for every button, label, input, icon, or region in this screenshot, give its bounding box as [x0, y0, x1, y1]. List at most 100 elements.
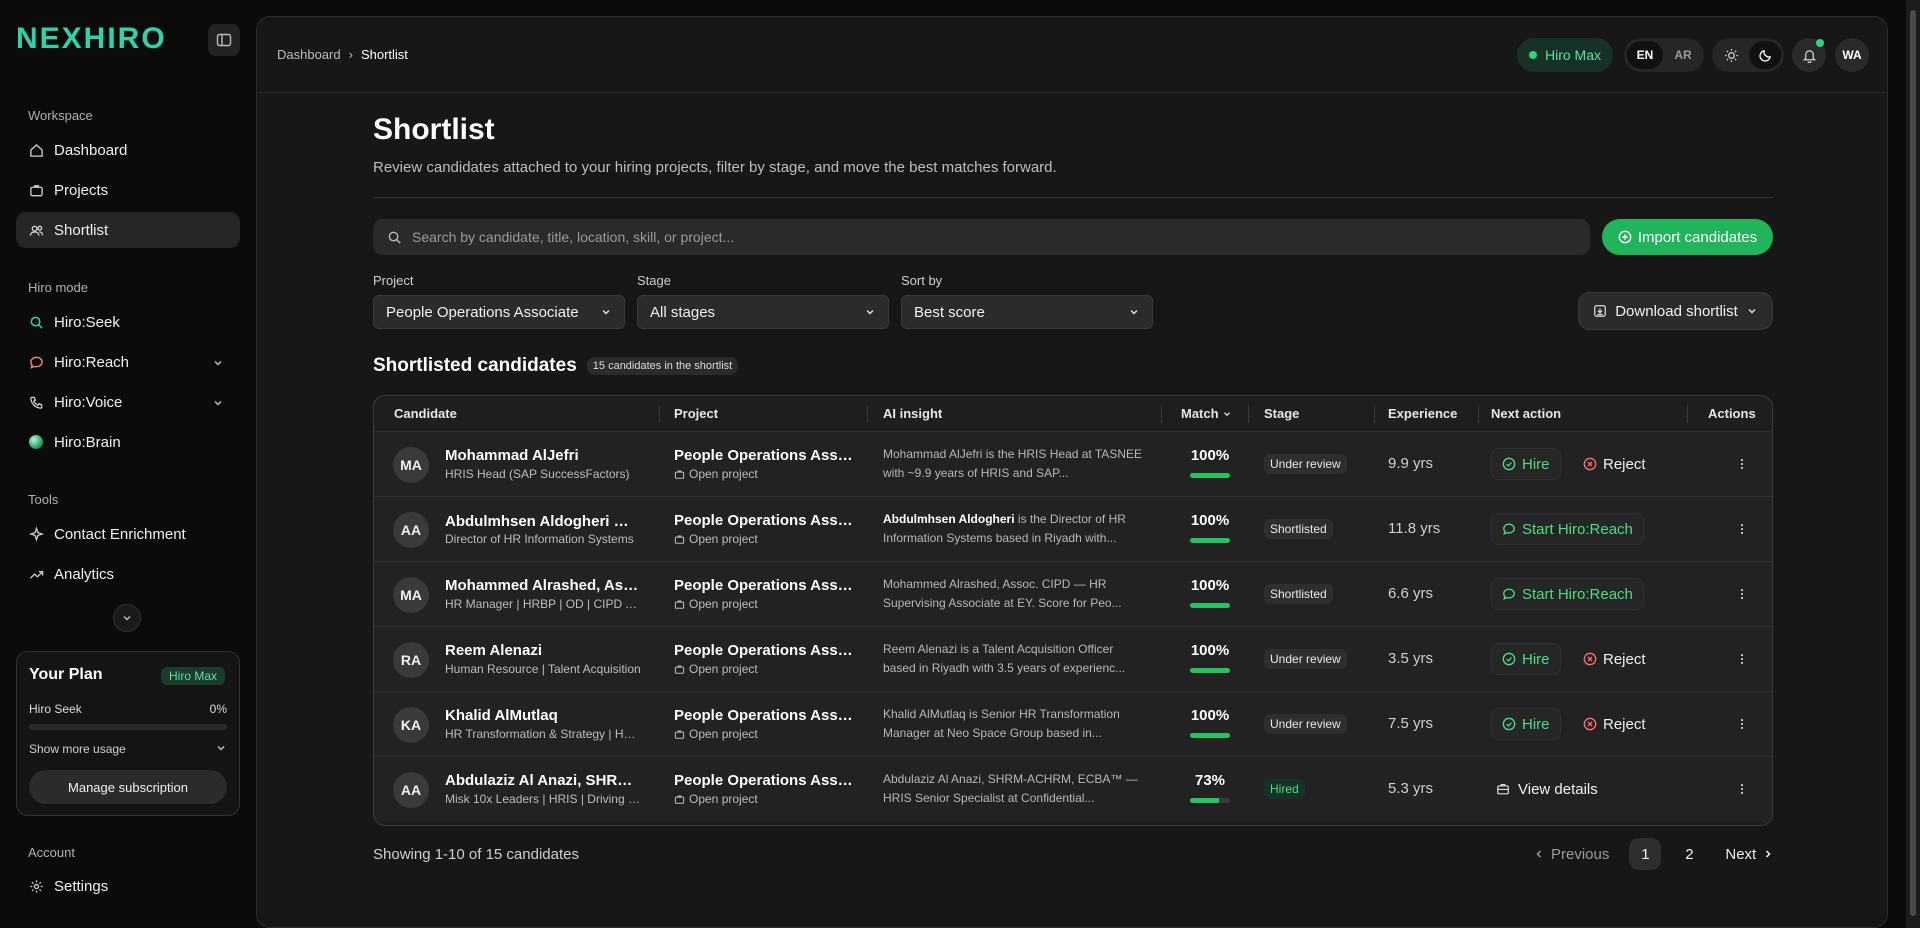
project-name[interactable]: People Operations Associate	[674, 512, 854, 529]
table-row[interactable]: AA Abdulaziz Al Anazi, SHRM-ACHRM Misk 10x…	[374, 756, 1772, 821]
sidebar-item-hiro-brain[interactable]: Hiro:Brain	[16, 424, 240, 460]
page-subtitle: Review candidates attached to your hirin…	[373, 159, 1057, 176]
project-name[interactable]: People Operations Associate	[674, 707, 854, 724]
candidate-count-badge: 15 candidates in the shortlist	[586, 357, 739, 375]
page-scrollbar[interactable]	[1906, 0, 1920, 928]
briefcase-icon	[674, 730, 685, 739]
more-actions-button[interactable]	[1734, 716, 1750, 732]
sidebar-item-contact-enrichment[interactable]: Contact Enrichment	[16, 516, 240, 552]
match-score: 100%	[1190, 577, 1230, 594]
plan-pill[interactable]: Hiro Max	[1517, 38, 1614, 72]
page-1-button[interactable]: 1	[1629, 838, 1662, 870]
chevron-down-icon[interactable]	[212, 396, 224, 413]
more-actions-button[interactable]	[1734, 586, 1750, 602]
start-hiro-reach-button[interactable]: Start Hiro:Reach	[1491, 513, 1644, 545]
reject-button[interactable]: Reject	[1579, 448, 1650, 480]
view-details-button[interactable]: View details	[1496, 773, 1598, 805]
sidebar-item-analytics[interactable]: Analytics	[16, 556, 240, 592]
table-row[interactable]: MA Mohammad AlJefri HRIS Head (SAP Success…	[374, 431, 1772, 496]
status-badge: Shortlisted	[1264, 519, 1333, 539]
candidate-name[interactable]: Mohammed Alrashed, Assoc. CIPD	[445, 577, 641, 594]
more-actions-button[interactable]	[1734, 651, 1750, 667]
sidebar-item-hiro-voice[interactable]: Hiro:Voice	[16, 384, 240, 420]
candidate-name[interactable]: Khalid AlMutlaq	[445, 707, 641, 724]
briefcase-icon	[674, 470, 685, 479]
search-input[interactable]	[412, 229, 1512, 245]
col-header-experience[interactable]: Experience	[1388, 406, 1457, 421]
main-panel: Dashboard › Shortlist Hiro Max EN AR WA	[256, 16, 1888, 928]
notifications-button[interactable]	[1792, 38, 1826, 72]
sidebar-item-settings[interactable]: Settings	[16, 868, 240, 904]
project-status: Open project	[674, 727, 758, 741]
sidebar-scroll-down-button[interactable]	[113, 604, 141, 632]
light-theme-button[interactable]	[1715, 41, 1747, 69]
more-actions-button[interactable]	[1734, 456, 1750, 472]
reject-label: Reject	[1603, 715, 1646, 733]
ai-insight: Abdulaziz Al Anazi, SHRM-ACHRM, ECBA™ — …	[883, 770, 1148, 808]
table-row[interactable]: AA Abdulmhsen Aldogheri عبدالمحسن الدغيري…	[374, 496, 1772, 561]
start-hiro-reach-button[interactable]: Start Hiro:Reach	[1491, 578, 1644, 610]
hire-button[interactable]: Hire	[1491, 643, 1561, 675]
manage-subscription-button[interactable]: Manage subscription	[29, 770, 227, 804]
reject-label: Reject	[1603, 650, 1646, 668]
chevron-down-icon	[123, 615, 131, 621]
table-row[interactable]: RA Reem Alenazi Human Resource | Talent Ac…	[374, 626, 1772, 691]
project-name[interactable]: People Operations Associate	[674, 447, 854, 464]
match-bar	[1190, 473, 1230, 478]
previous-page-button[interactable]: Previous	[1533, 846, 1609, 863]
project-select[interactable]: People Operations Associate	[373, 295, 625, 329]
plan-card: Your Plan Hiro Max Hiro Seek 0% Show mor…	[16, 651, 240, 816]
project-name[interactable]: People Operations Associate	[674, 577, 854, 594]
chevron-down-icon	[1748, 308, 1756, 314]
reject-button[interactable]: Reject	[1579, 643, 1650, 675]
more-actions-button[interactable]	[1734, 521, 1750, 537]
more-vertical-icon	[1740, 524, 1744, 534]
lang-en-button[interactable]: EN	[1627, 41, 1663, 69]
sidebar-item-label: Hiro:Reach	[54, 353, 130, 371]
project-name[interactable]: People Operations Associate	[674, 642, 854, 659]
reject-button[interactable]: Reject	[1579, 708, 1650, 740]
sidebar-item-hiro-seek[interactable]: Hiro:Seek	[16, 304, 240, 340]
download-icon	[1594, 305, 1607, 317]
more-actions-button[interactable]	[1734, 781, 1750, 797]
plan-usage-bar	[29, 724, 227, 730]
col-header-project[interactable]: Project	[674, 406, 718, 421]
candidate-name[interactable]: Abdulaziz Al Anazi, SHRM-ACHRM	[445, 772, 641, 789]
col-header-ai-insight[interactable]: AI insight	[883, 406, 942, 421]
col-header-candidate[interactable]: Candidate	[394, 406, 457, 421]
dark-theme-button[interactable]	[1749, 41, 1781, 69]
col-header-stage[interactable]: Stage	[1264, 406, 1299, 421]
sidebar-item-hiro-reach[interactable]: Hiro:Reach	[16, 344, 240, 380]
candidate-name[interactable]: Mohammad AlJefri	[445, 447, 641, 464]
sidebar-item-shortlist[interactable]: Shortlist	[16, 212, 240, 248]
brand-logo[interactable]: NEXHIRO	[16, 22, 167, 56]
sidebar-toggle-button[interactable]	[208, 24, 240, 56]
candidate-name[interactable]: Reem Alenazi	[445, 642, 641, 659]
download-shortlist-button[interactable]: Download shortlist	[1578, 292, 1773, 330]
show-more-usage-toggle[interactable]: Show more usage	[29, 742, 227, 756]
chevron-down-icon[interactable]	[212, 356, 224, 373]
stage-select[interactable]: All stages	[637, 295, 889, 329]
table-row[interactable]: KA Khalid AlMutlaq HR Transformation & Str…	[374, 691, 1772, 756]
project-name[interactable]: People Operations Associate	[674, 772, 854, 789]
col-header-match[interactable]: Match	[1181, 406, 1232, 421]
sort-select[interactable]: Best score	[901, 295, 1153, 329]
hire-button[interactable]: Hire	[1491, 448, 1561, 480]
lang-ar-button[interactable]: AR	[1665, 41, 1701, 69]
breadcrumb-dashboard-link[interactable]: Dashboard	[277, 47, 341, 62]
ai-insight: Reem Alenazi is a Talent Acquisition Off…	[883, 640, 1148, 678]
col-header-actions: Actions	[1708, 406, 1756, 421]
table-row[interactable]: MA Mohammed Alrashed, Assoc. CIPD HR Manag…	[374, 561, 1772, 626]
page-2-button[interactable]: 2	[1673, 838, 1705, 870]
sidebar-item-dashboard[interactable]: Dashboard	[16, 132, 240, 168]
language-toggle: EN AR	[1624, 38, 1704, 72]
match-bar-fill	[1190, 538, 1230, 543]
user-avatar[interactable]: WA	[1835, 38, 1869, 72]
sidebar-item-projects[interactable]: Projects	[16, 172, 240, 208]
message-icon	[1503, 588, 1515, 601]
hire-button[interactable]: Hire	[1491, 708, 1561, 740]
candidate-name[interactable]: Abdulmhsen Aldogheri عبدالمحسن الدغيري	[445, 512, 641, 530]
next-page-button[interactable]: Next	[1725, 846, 1774, 863]
import-candidates-button[interactable]: Import candidates	[1602, 219, 1773, 255]
theme-toggle	[1712, 38, 1784, 72]
